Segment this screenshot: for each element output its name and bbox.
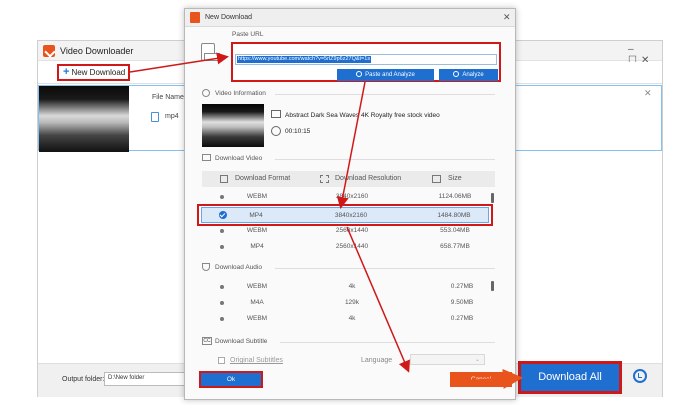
remove-icon[interactable]: ✕ <box>644 88 652 99</box>
format-icon <box>220 175 228 183</box>
download-video-label: Download Video <box>215 155 263 162</box>
paste-and-analyze-button[interactable]: Paste and Analyze <box>337 69 434 81</box>
output-folder-input[interactable]: D:\New folder <box>104 372 186 386</box>
row-format: WEBM <box>246 283 268 290</box>
row-size: 0.27MB <box>450 283 474 290</box>
row-format: MP4 <box>250 243 264 250</box>
video-thumbnail <box>202 104 264 147</box>
video-table-header: Download Format Download Resolution Size <box>202 171 495 187</box>
analyze-button[interactable]: Analyze <box>439 69 498 81</box>
row-format: WEBM <box>246 193 268 200</box>
row-bitrate: 4k <box>348 283 356 290</box>
audio-scrollbar[interactable] <box>491 281 494 291</box>
row-size: 658.77MB <box>440 243 470 250</box>
row-resolution: 3840x2160 <box>334 212 368 219</box>
plus-icon: + <box>63 66 70 78</box>
original-subtitles-checkbox[interactable] <box>218 357 225 364</box>
row-bitrate: 4k <box>348 315 356 322</box>
divider <box>275 159 495 160</box>
clock-icon <box>271 126 281 136</box>
video-information-label: Video Information <box>215 90 266 97</box>
language-label: Language <box>361 357 393 364</box>
file-format-value: mp4 <box>165 113 179 120</box>
divider <box>275 94 495 95</box>
download-all-button[interactable]: Download All <box>518 361 622 394</box>
url-document-icon <box>201 43 220 61</box>
video-row[interactable]: MP4 2560x1440 658.77MB <box>202 239 495 255</box>
video-row[interactable]: WEBM 2560x1440 553.04MB <box>202 223 495 239</box>
header-size: Size <box>448 175 462 182</box>
row-resolution: 3840x2160 <box>335 193 369 200</box>
close-icon[interactable]: ✕ <box>503 12 511 23</box>
paste-url-label: Paste URL <box>232 31 264 38</box>
row-bitrate: 129k <box>344 299 360 306</box>
audio-row[interactable]: WEBM 4k 0.27MB <box>202 311 495 327</box>
audio-row[interactable]: M4A 129k 9.50MB <box>202 295 495 311</box>
url-input[interactable]: https://www.youtube.com/watch?v=5rlZ9p6z… <box>235 54 497 65</box>
row-resolution: 2560x1440 <box>335 227 369 234</box>
radio-icon[interactable] <box>220 317 224 321</box>
new-download-label: New Download <box>71 68 126 77</box>
row-size: 0.27MB <box>450 315 474 322</box>
header-resolution: Download Resolution <box>335 175 402 182</box>
paste-icon <box>356 71 363 77</box>
row-format: M4A <box>250 299 264 306</box>
url-text: https://www.youtube.com/watch?v=5rlZ9p6z… <box>237 56 372 63</box>
app-logo-icon <box>190 12 200 23</box>
resolution-icon <box>320 175 329 183</box>
new-download-button[interactable]: + New Download <box>57 64 130 81</box>
dialog-title: New Download <box>205 14 253 21</box>
video-thumbnail <box>39 86 129 152</box>
row-format: WEBM <box>246 315 268 322</box>
file-format-icon <box>151 112 159 122</box>
audio-icon <box>202 263 210 271</box>
radio-icon[interactable] <box>220 195 224 199</box>
download-audio-label: Download Audio <box>215 264 262 271</box>
window-title: Video Downloader <box>60 46 134 56</box>
info-icon <box>202 89 210 97</box>
row-resolution: 2560x1440 <box>335 243 369 250</box>
cancel-button[interactable]: Cancel <box>450 372 512 387</box>
video-row[interactable]: MP4 3840x2160 1484.80MB <box>201 207 489 223</box>
video-row[interactable]: WEBM 3840x2160 1124.06MB <box>202 189 495 205</box>
radio-icon[interactable] <box>220 301 224 305</box>
row-size: 1484.80MB <box>437 212 471 219</box>
language-select[interactable]: ⌄ <box>410 354 485 365</box>
alarm-clock-icon[interactable] <box>633 369 647 383</box>
chevron-down-icon: ⌄ <box>475 357 481 363</box>
subtitle-icon: CC <box>202 337 212 345</box>
size-icon <box>432 175 441 183</box>
check-icon[interactable] <box>219 211 227 219</box>
video-title: Abstract Dark Sea Waves 4K Royalty free … <box>285 112 440 119</box>
divider <box>280 342 495 343</box>
ok-button[interactable]: Ok <box>199 371 263 388</box>
row-size: 9.50MB <box>450 299 474 306</box>
row-format: WEBM <box>246 227 268 234</box>
radio-icon[interactable] <box>220 285 224 289</box>
radio-icon[interactable] <box>220 245 224 249</box>
video-icon <box>202 154 211 161</box>
search-icon <box>453 71 460 77</box>
paste-and-analyze-label: Paste and Analyze <box>365 72 415 78</box>
video-scrollbar[interactable] <box>491 193 494 203</box>
new-download-dialog: New Download ✕ Paste URL https://www.you… <box>184 8 516 400</box>
video-duration: 00:10:15 <box>285 128 311 135</box>
dialog-title-bar: New Download ✕ <box>185 9 515 27</box>
file-name-label: File Name: <box>152 94 186 101</box>
download-subtitle-label: Download Subtitle <box>215 338 268 345</box>
audio-row[interactable]: WEBM 4k 0.27MB <box>202 279 495 295</box>
row-size: 553.04MB <box>440 227 470 234</box>
url-section: https://www.youtube.com/watch?v=5rlZ9p6z… <box>231 42 501 82</box>
divider <box>275 268 495 269</box>
app-logo-icon <box>43 45 55 57</box>
header-format: Download Format <box>235 175 291 182</box>
analyze-label: Analyze <box>462 72 484 78</box>
movie-icon <box>271 110 281 118</box>
row-format: MP4 <box>249 212 263 219</box>
output-folder-label: Output folder: <box>62 376 105 383</box>
row-size: 1124.06MB <box>438 193 472 200</box>
original-subtitles-label: Original Subtitles <box>230 357 283 364</box>
radio-icon[interactable] <box>220 229 224 233</box>
